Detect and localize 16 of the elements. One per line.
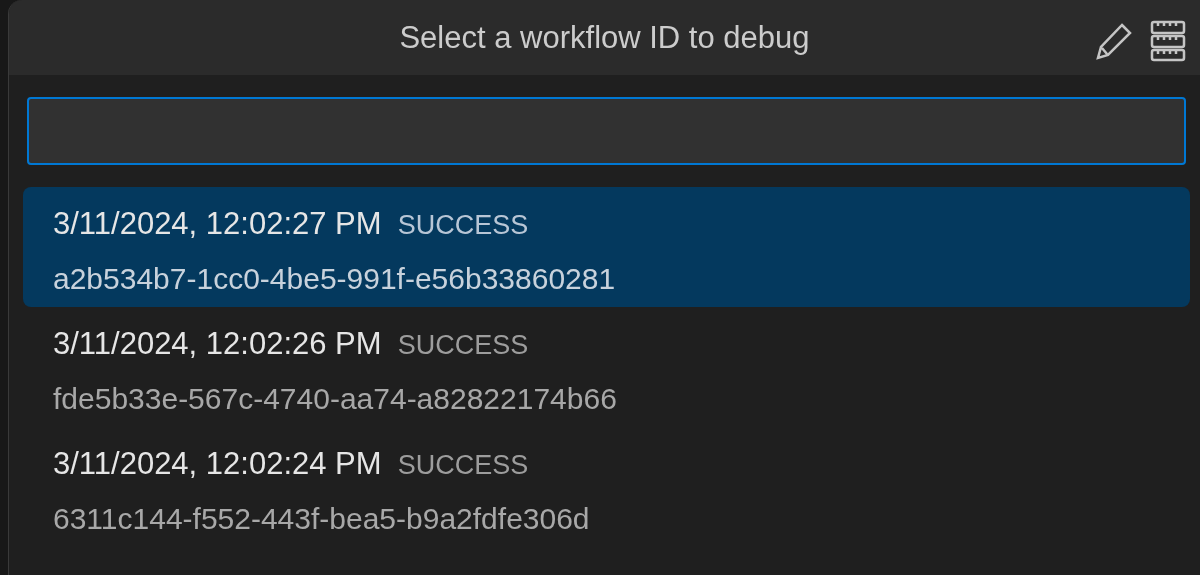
timestamp-text: 3/11/2024, 12:02:26 PM xyxy=(53,325,382,363)
search-field[interactable] xyxy=(27,97,1186,165)
pencil-icon[interactable] xyxy=(1094,21,1134,61)
panel-title: Select a workflow ID to debug xyxy=(399,22,810,53)
workflow-id-text: 6311c144-f552-443f-bea5-b9a2fdfe306d xyxy=(53,501,590,535)
status-text: SUCCESS xyxy=(397,329,529,362)
workflow-id-text: a2b534b7-1cc0-4be5-991f-e56b33860281 xyxy=(53,261,616,295)
list-item[interactable]: 3/11/2024, 12:02:27 PM SUCCESS a2b534b7-1cc0-4be5-991f-e56b33860281 xyxy=(23,187,1190,307)
list-item[interactable]: 3/11/2024, 12:02:26 PM SUCCESS fde5b33e-567c-4740-aa74-a82822174b66 xyxy=(23,307,1190,427)
timestamp-text: 3/11/2024, 12:02:27 PM xyxy=(53,205,382,243)
status-text: SUCCESS xyxy=(397,209,529,242)
timestamp-text: 3/11/2024, 12:02:24 PM xyxy=(53,445,382,483)
status-text: SUCCESS xyxy=(397,449,529,482)
workflow-id-text: fde5b33e-567c-4740-aa74-a82822174b66 xyxy=(53,381,617,415)
list-icon[interactable] xyxy=(1150,20,1186,62)
list-item[interactable]: 3/11/2024, 12:02:24 PM SUCCESS 6311c144-f552-443f-bea5-b9a2fdfe306d xyxy=(23,427,1190,547)
